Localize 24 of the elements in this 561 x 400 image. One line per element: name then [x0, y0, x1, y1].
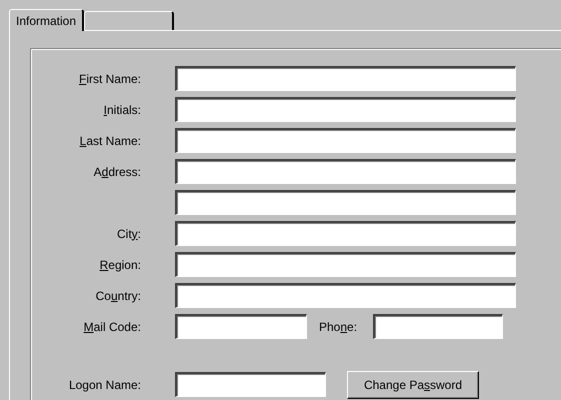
field-label: Last Name: [78, 134, 142, 148]
text-field[interactable] [175, 252, 516, 277]
field-label: Mail Code: [82, 320, 142, 334]
tab[interactable]: Information [9, 9, 84, 31]
field-label: Phone: [319, 320, 358, 334]
text-field[interactable] [175, 66, 516, 91]
field-label: City: [116, 226, 142, 240]
text-field[interactable] [373, 314, 504, 339]
field-label: Address: [92, 164, 142, 178]
text-field[interactable] [175, 97, 516, 122]
change-password-button[interactable]: Change Password [347, 370, 479, 398]
text-field[interactable] [175, 283, 516, 308]
text-field[interactable] [175, 128, 516, 153]
text-field[interactable] [175, 190, 516, 215]
field-label: Initials: [102, 102, 142, 116]
field-label: Region: [98, 258, 142, 272]
text-field[interactable] [175, 314, 307, 339]
text-field[interactable] [175, 372, 326, 397]
field-label: Logon Name: [68, 378, 142, 392]
text-field[interactable] [175, 159, 516, 184]
field-label: Country: [94, 288, 142, 302]
text-field[interactable] [175, 221, 516, 246]
tab[interactable] [84, 11, 174, 30]
field-label: First Name: [78, 72, 142, 86]
